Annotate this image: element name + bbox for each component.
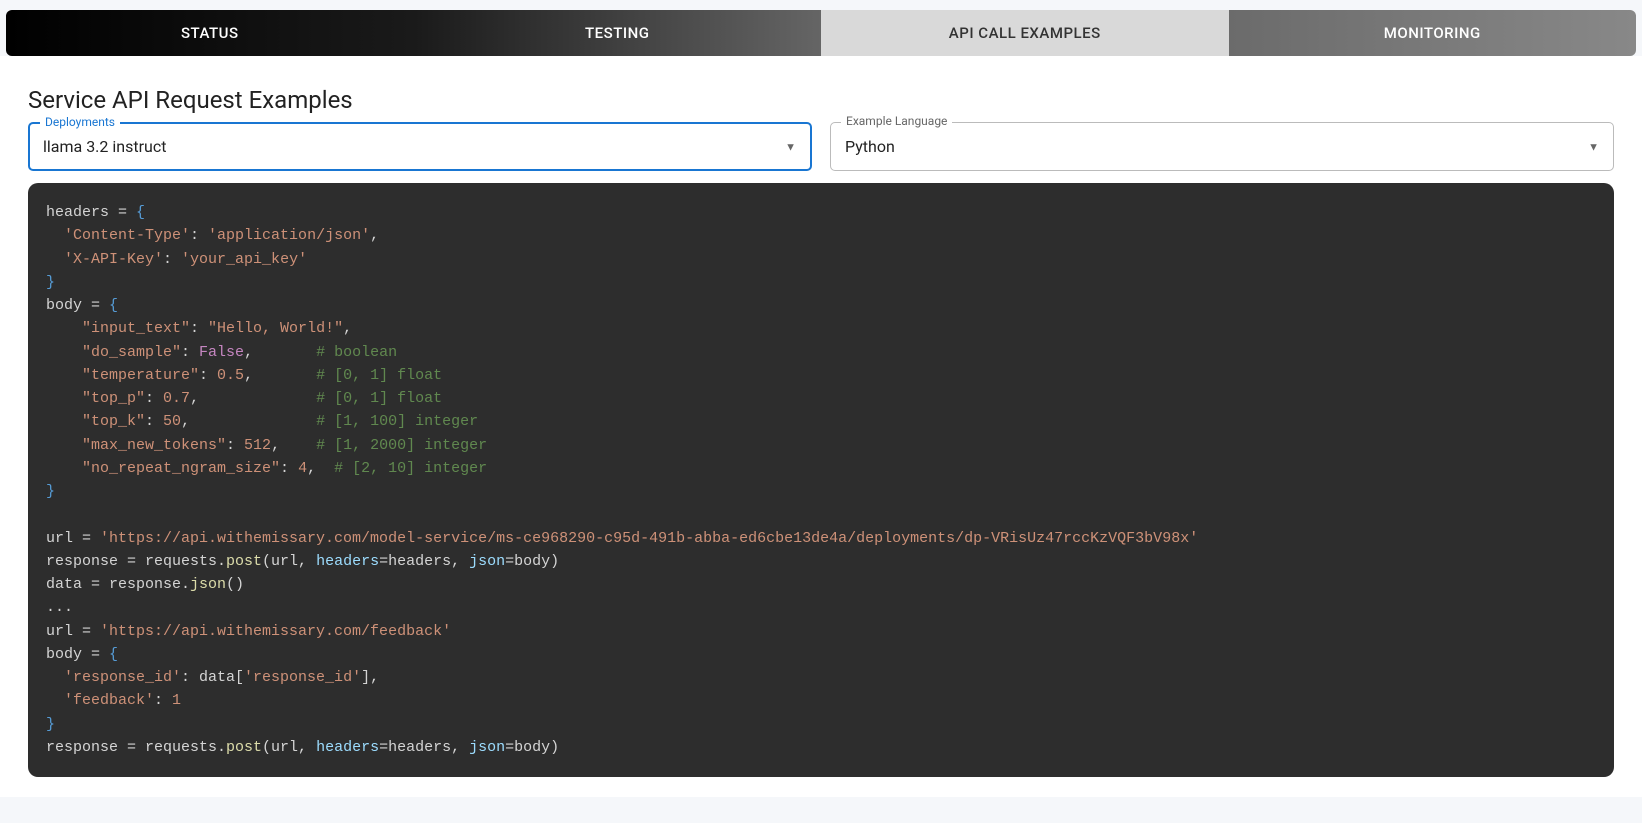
selects-row: Deployments llama 3.2 instruct ▼ Example… [28, 122, 1614, 171]
content-panel: Service API Request Examples Deployments… [0, 56, 1642, 797]
tab-status[interactable]: STATUS [6, 10, 414, 56]
code-example: headers = { 'Content-Type': 'application… [28, 183, 1614, 777]
language-select[interactable]: Example Language Python ▼ [830, 122, 1614, 171]
language-label: Example Language [841, 114, 952, 128]
deployments-select[interactable]: Deployments llama 3.2 instruct ▼ [28, 122, 812, 171]
tab-monitoring[interactable]: MONITORING [1229, 10, 1637, 56]
deployments-label: Deployments [40, 115, 120, 129]
chevron-down-icon: ▼ [1588, 140, 1599, 153]
deployments-value: llama 3.2 instruct [43, 137, 166, 156]
chevron-down-icon: ▼ [785, 140, 796, 153]
tabs-bar: STATUS TESTING API CALL EXAMPLES MONITOR… [6, 10, 1636, 56]
language-value: Python [845, 137, 895, 156]
page-title: Service API Request Examples [28, 86, 1614, 114]
tab-testing[interactable]: TESTING [414, 10, 822, 56]
tab-api-examples[interactable]: API CALL EXAMPLES [821, 10, 1229, 56]
